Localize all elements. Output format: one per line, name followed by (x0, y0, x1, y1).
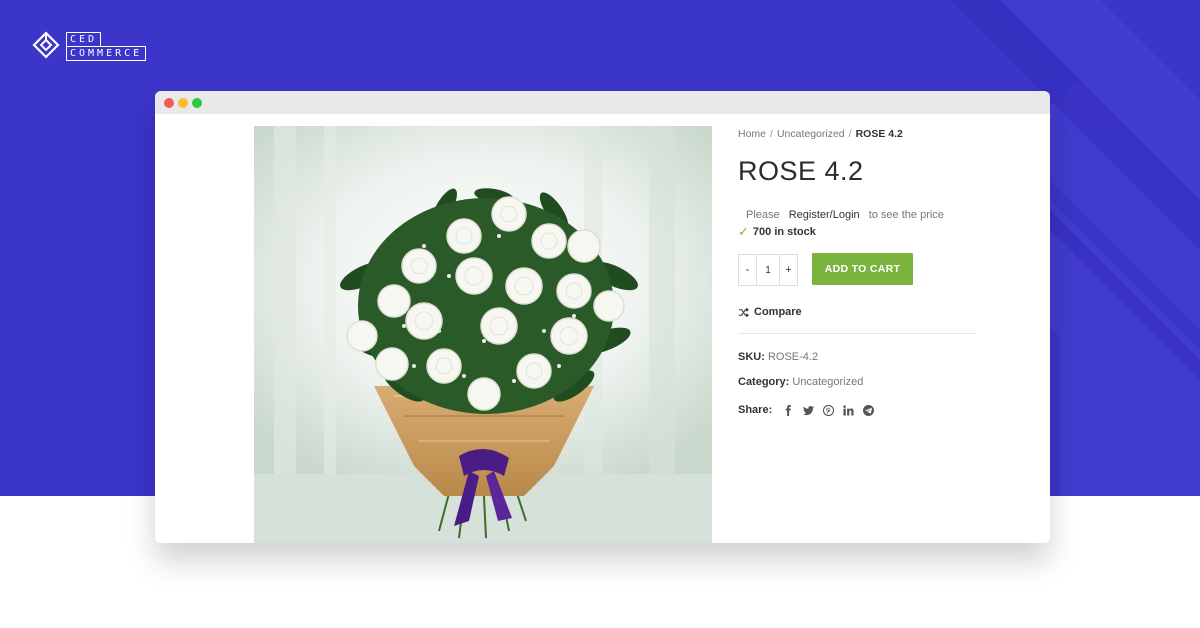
sku-label: SKU: (738, 351, 765, 363)
minimize-window-button[interactable] (178, 98, 188, 108)
brand-word-2: COMMERCE (66, 45, 147, 61)
check-icon: ✓ (738, 224, 749, 239)
breadcrumb-category[interactable]: Uncategorized (777, 128, 845, 140)
telegram-icon[interactable] (862, 404, 874, 416)
stock-status: ✓ 700 in stock (738, 224, 816, 240)
share-label: Share: (738, 404, 773, 416)
compare-label: Compare (754, 306, 802, 318)
breadcrumb-separator: / (770, 128, 773, 140)
breadcrumb-separator: / (848, 128, 852, 140)
add-to-cart-button[interactable]: ADD TO CART (812, 253, 913, 285)
facebook-icon[interactable] (782, 404, 794, 416)
brand-word-1: CED (66, 31, 102, 46)
login-price-notice: Please Register/Login to see the price (746, 209, 944, 221)
quantity-stepper: - 1 + (738, 254, 798, 286)
price-note-before: Please (746, 209, 780, 221)
bouquet-illustration (254, 126, 712, 543)
sku-row: SKU: ROSE-4.2 (738, 351, 818, 363)
brand-logo: CED COMMERCE (32, 31, 147, 61)
breadcrumb-home[interactable]: Home (738, 128, 766, 140)
price-note-after: to see the price (868, 209, 944, 221)
category-row: Category: Uncategorized (738, 376, 863, 388)
quantity-decrease-button[interactable]: - (739, 255, 756, 285)
window-titlebar (155, 91, 1050, 114)
maximize-window-button[interactable] (192, 98, 202, 108)
quantity-input[interactable]: 1 (756, 255, 780, 285)
category-link[interactable]: Uncategorized (792, 376, 863, 388)
compare-button[interactable]: Compare (738, 306, 802, 318)
register-login-link[interactable]: Register/Login (789, 209, 860, 221)
shuffle-icon (738, 307, 749, 317)
browser-window: Home / Uncategorized / ROSE 4.2 ROSE 4.2 Ple… (155, 91, 1050, 543)
stock-text: 700 in stock (752, 226, 816, 238)
category-label: Category: (738, 376, 790, 388)
cedcommerce-logo-icon (32, 31, 60, 59)
product-image[interactable] (254, 126, 712, 543)
close-window-button[interactable] (164, 98, 174, 108)
linkedin-icon[interactable] (842, 404, 854, 416)
product-title: ROSE 4.2 (738, 156, 864, 186)
sku-value: ROSE-4.2 (767, 351, 819, 363)
share-row: Share: (738, 404, 874, 416)
twitter-icon[interactable] (802, 404, 814, 416)
breadcrumb: Home / Uncategorized / ROSE 4.2 (738, 128, 903, 140)
divider (738, 333, 976, 334)
breadcrumb-current: ROSE 4.2 (855, 128, 903, 140)
pinterest-icon[interactable] (822, 404, 834, 416)
quantity-increase-button[interactable]: + (780, 255, 797, 285)
